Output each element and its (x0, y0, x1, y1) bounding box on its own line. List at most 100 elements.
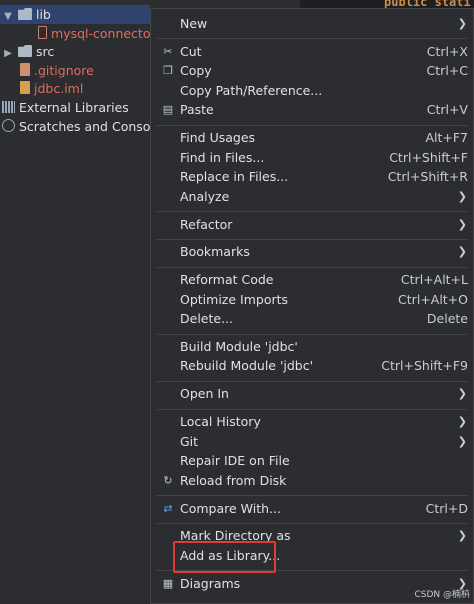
reload-icon: ↻ (163, 474, 173, 487)
menu-item-label: Replace in Files... (180, 169, 289, 184)
menu-item-shortcut: Ctrl+Shift+F (389, 150, 468, 165)
submenu-arrow-icon: ❯ (457, 17, 467, 30)
menu-item-find-in-files[interactable]: Find in Files... Ctrl+Shift+F (151, 148, 473, 168)
menu-item-rebuild-module[interactable]: Rebuild Module 'jdbc' Ctrl+Shift+F9 (151, 356, 473, 376)
menu-separator (157, 409, 467, 410)
tree-item-label: .gitignore (34, 63, 94, 78)
highlight-box (173, 541, 276, 573)
menu-item-repair-ide[interactable]: Repair IDE on File (151, 451, 473, 471)
menu-item-new[interactable]: New ❯ (151, 14, 473, 34)
menu-separator (157, 523, 467, 524)
menu-item-label: Reload from Disk (180, 473, 287, 488)
submenu-arrow-icon: ❯ (457, 529, 467, 542)
menu-item-label: Build Module 'jdbc' (180, 339, 298, 354)
submenu-arrow-icon: ❯ (457, 387, 467, 400)
compare-icon: ⇄ (163, 502, 173, 515)
menu-item-copy-path[interactable]: Copy Path/Reference... (151, 81, 473, 101)
menu-item-cut[interactable]: ✂ Cut Ctrl+X (151, 42, 473, 62)
tree-item-mysql-connector[interactable]: mysql-connector-j (0, 24, 150, 43)
chevron-down-icon[interactable]: ▼ (2, 7, 14, 24)
menu-item-label: Repair IDE on File (180, 453, 290, 468)
menu-item-label: Copy (180, 63, 212, 78)
menu-item-copy[interactable]: ❐ Copy Ctrl+C (151, 61, 473, 81)
menu-item-label: Cut (180, 44, 202, 59)
menu-item-label: Compare With... (180, 501, 281, 516)
jar-icon (38, 26, 47, 39)
menu-separator (157, 267, 467, 268)
menu-item-optimize-imports[interactable]: Optimize Imports Ctrl+Alt+O (151, 290, 473, 310)
menu-item-shortcut: Ctrl+Alt+L (400, 272, 468, 287)
submenu-arrow-icon: ❯ (457, 415, 467, 428)
menu-item-delete[interactable]: Delete... Delete (151, 309, 473, 329)
menu-item-label: Paste (180, 102, 214, 117)
menu-item-find-usages[interactable]: Find Usages Alt+F7 (151, 128, 473, 148)
menu-item-label: Rebuild Module 'jdbc' (180, 358, 314, 373)
menu-separator (157, 239, 467, 240)
tree-item-label: mysql-connector-j (51, 26, 150, 41)
tree-item-label: External Libraries (19, 100, 129, 115)
menu-item-shortcut: Ctrl+C (426, 63, 468, 78)
menu-item-open-in[interactable]: Open In ❯ (151, 384, 473, 404)
menu-item-label: Copy Path/Reference... (180, 83, 323, 98)
menu-item-shortcut: Ctrl+V (426, 102, 468, 117)
tree-item-label: jdbc.iml (34, 81, 84, 96)
tree-item-lib[interactable]: ▼ lib (0, 5, 150, 24)
menu-item-label: Open In (180, 386, 229, 401)
menu-item-label: Analyze (180, 189, 230, 204)
menu-item-reformat-code[interactable]: Reformat Code Ctrl+Alt+L (151, 270, 473, 290)
tree-item-src[interactable]: ▶ src (0, 42, 150, 61)
menu-item-git[interactable]: Git ❯ (151, 432, 473, 452)
menu-item-label: Diagrams (180, 576, 241, 591)
tree-item-gitignore[interactable]: .gitignore (0, 61, 150, 80)
menu-separator (157, 495, 467, 496)
menu-item-shortcut: Ctrl+Shift+R (387, 169, 468, 184)
menu-item-label: New (180, 16, 208, 31)
project-tree: ▼ lib mysql-connector-j ▶ src .gitignore… (0, 0, 150, 604)
menu-item-bookmarks[interactable]: Bookmarks ❯ (151, 242, 473, 262)
scratches-icon (2, 119, 15, 132)
tree-item-label: Scratches and Consoles (19, 119, 150, 134)
menu-item-label: Optimize Imports (180, 292, 289, 307)
copy-icon: ❐ (163, 64, 173, 77)
menu-item-build-module[interactable]: Build Module 'jdbc' (151, 337, 473, 357)
paste-icon: ▤ (162, 103, 174, 116)
menu-item-local-history[interactable]: Local History ❯ (151, 412, 473, 432)
folder-icon (17, 8, 32, 20)
tree-item-external-libraries[interactable]: External Libraries (0, 98, 150, 117)
menu-item-shortcut: Ctrl+D (425, 501, 468, 516)
context-menu: New ❯ ✂ Cut Ctrl+X ❐ Copy Ctrl+C Copy Pa… (150, 8, 474, 604)
folder-icon (17, 45, 32, 57)
menu-item-compare-with[interactable]: ⇄ Compare With... Ctrl+D (151, 499, 473, 519)
tree-item-label: src (35, 44, 55, 59)
tree-item-jdbc-iml[interactable]: jdbc.iml (0, 79, 150, 98)
submenu-arrow-icon: ❯ (457, 218, 467, 231)
menu-item-analyze[interactable]: Analyze ❯ (151, 187, 473, 207)
chevron-right-icon[interactable]: ▶ (2, 44, 14, 61)
menu-item-shortcut: Ctrl+Shift+F9 (381, 358, 468, 373)
menu-item-paste[interactable]: ▤ Paste Ctrl+V (151, 100, 473, 120)
menu-item-refactor[interactable]: Refactor ❯ (151, 215, 473, 235)
menu-item-shortcut: Alt+F7 (425, 130, 468, 145)
submenu-arrow-icon: ❯ (457, 245, 467, 258)
menu-item-replace-in-files[interactable]: Replace in Files... Ctrl+Shift+R (151, 167, 473, 187)
menu-separator (157, 38, 467, 39)
submenu-arrow-icon: ❯ (457, 435, 467, 448)
tree-item-scratches[interactable]: Scratches and Consoles (0, 117, 150, 136)
iml-file-icon (20, 81, 30, 94)
gitignore-file-icon (20, 63, 30, 76)
diagrams-icon: ▦ (162, 577, 174, 590)
tree-item-label: lib (35, 7, 51, 22)
menu-item-label: Git (180, 434, 199, 449)
menu-item-label: Reformat Code (180, 272, 274, 287)
menu-item-label: Bookmarks (180, 244, 250, 259)
menu-item-shortcut: Delete (426, 311, 468, 326)
menu-separator (157, 211, 467, 212)
menu-item-reload-from-disk[interactable]: ↻ Reload from Disk (151, 471, 473, 491)
watermark: CSDN @楠枿 (414, 590, 470, 600)
menu-item-label: Delete... (180, 311, 233, 326)
menu-separator (157, 125, 467, 126)
submenu-arrow-icon: ❯ (457, 190, 467, 203)
menu-item-label: Find in Files... (180, 150, 265, 165)
menu-item-shortcut: Ctrl+X (426, 44, 468, 59)
menu-item-label: Refactor (180, 217, 233, 232)
